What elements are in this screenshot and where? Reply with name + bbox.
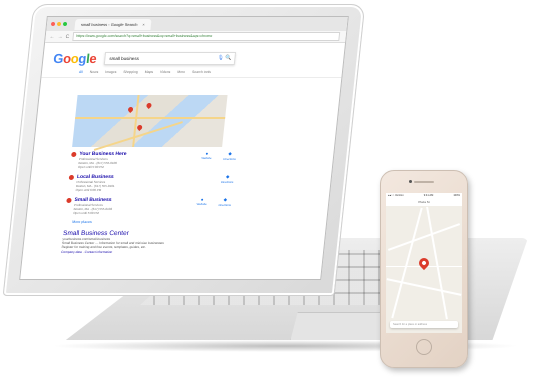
address-bar-row: ← → C https://www.google.com/search?q=sm… xyxy=(45,31,347,43)
reload-icon[interactable]: C xyxy=(65,34,69,40)
laptop-trackpad xyxy=(290,312,387,342)
list-item[interactable]: Local Business Professional Services Bos… xyxy=(67,174,234,192)
filter-news[interactable]: News xyxy=(90,70,99,74)
filter-images[interactable]: Images xyxy=(105,70,117,74)
filter-all[interactable]: All xyxy=(79,70,83,74)
back-icon[interactable]: ← xyxy=(49,34,55,40)
browser-tab[interactable]: small business - Google Search × xyxy=(74,18,152,30)
filter-maps[interactable]: Maps xyxy=(145,70,154,74)
website-button[interactable]: ● Website xyxy=(195,197,207,215)
location-pin-icon[interactable] xyxy=(416,255,432,271)
list-item[interactable]: Small Business Professional Services Bos… xyxy=(65,197,232,215)
home-button[interactable] xyxy=(416,339,432,355)
map-pin-icon[interactable] xyxy=(145,101,153,110)
map-road xyxy=(132,95,140,147)
more-places-link[interactable]: More places xyxy=(64,220,229,224)
directions-button[interactable]: ◆ Directions xyxy=(218,197,232,215)
directions-button[interactable]: ◆ Directions xyxy=(222,151,236,169)
smartphone: ●●○○ Verizon 9:41 AM 100% Plaza St Searc… xyxy=(380,170,468,368)
local-map[interactable] xyxy=(72,95,228,151)
maximize-window-icon[interactable] xyxy=(62,22,68,26)
local-results: Your Business Here Professional Services… xyxy=(61,151,237,254)
map-search-input[interactable]: Search for a place or address xyxy=(390,321,458,328)
search-input[interactable]: small business 🎙 🔍 xyxy=(103,52,237,65)
organic-result-sitelinks[interactable]: Company data · Contact information xyxy=(61,250,226,254)
map-street xyxy=(387,223,461,251)
browser-tabbar: small business - Google Search × xyxy=(46,17,348,31)
search-icon[interactable]: 🔍 xyxy=(225,55,232,61)
front-camera xyxy=(409,180,412,183)
filter-more[interactable]: More xyxy=(177,70,185,74)
microphone-icon[interactable]: 🎙 xyxy=(217,55,224,61)
search-query: small business xyxy=(109,56,140,61)
map-road xyxy=(75,117,226,119)
phone-screen: ●●○○ Verizon 9:41 AM 100% Plaza St Searc… xyxy=(386,193,462,333)
phone-map[interactable] xyxy=(386,206,462,320)
minimize-window-icon[interactable] xyxy=(56,22,62,26)
tab-title: small business - Google Search xyxy=(80,21,138,27)
close-window-icon[interactable] xyxy=(50,22,56,26)
filter-search-tools[interactable]: Search tools xyxy=(192,70,211,74)
organic-result: Small Business Center yourbusiness.com/s… xyxy=(61,230,229,254)
map-marker-icon xyxy=(66,198,72,203)
filter-videos[interactable]: Videos xyxy=(160,70,171,74)
google-header: Google small business 🎙 🔍 xyxy=(42,43,345,70)
organic-result-title[interactable]: Small Business Center xyxy=(63,230,229,237)
filter-shopping[interactable]: Shopping xyxy=(123,70,138,74)
map-pin-icon[interactable] xyxy=(127,105,135,114)
directions-button[interactable]: ◆ Directions xyxy=(220,174,234,192)
forward-icon[interactable]: → xyxy=(57,34,63,40)
map-pin-icon[interactable] xyxy=(136,123,144,132)
google-logo[interactable]: Google xyxy=(53,51,98,66)
laptop-screen: small business - Google Search × ← → C h… xyxy=(19,16,349,280)
search-filters: All News Images Shopping Maps Videos Mor… xyxy=(41,70,343,78)
earpiece-speaker xyxy=(414,181,434,183)
website-button[interactable]: ● Website xyxy=(200,151,212,169)
list-item[interactable]: Your Business Here Professional Services… xyxy=(70,151,237,169)
url-input[interactable]: https://www.google.com/search?q=small+bu… xyxy=(71,32,341,41)
result-hours: Open until 5:00 PM xyxy=(72,211,100,215)
map-marker-icon xyxy=(68,175,75,180)
tab-close-icon[interactable]: × xyxy=(142,19,145,30)
map-marker-icon xyxy=(71,152,77,157)
result-hours: Open until 6:00 PM xyxy=(75,188,102,192)
result-hours: Open until 5:00 PM xyxy=(77,165,104,169)
